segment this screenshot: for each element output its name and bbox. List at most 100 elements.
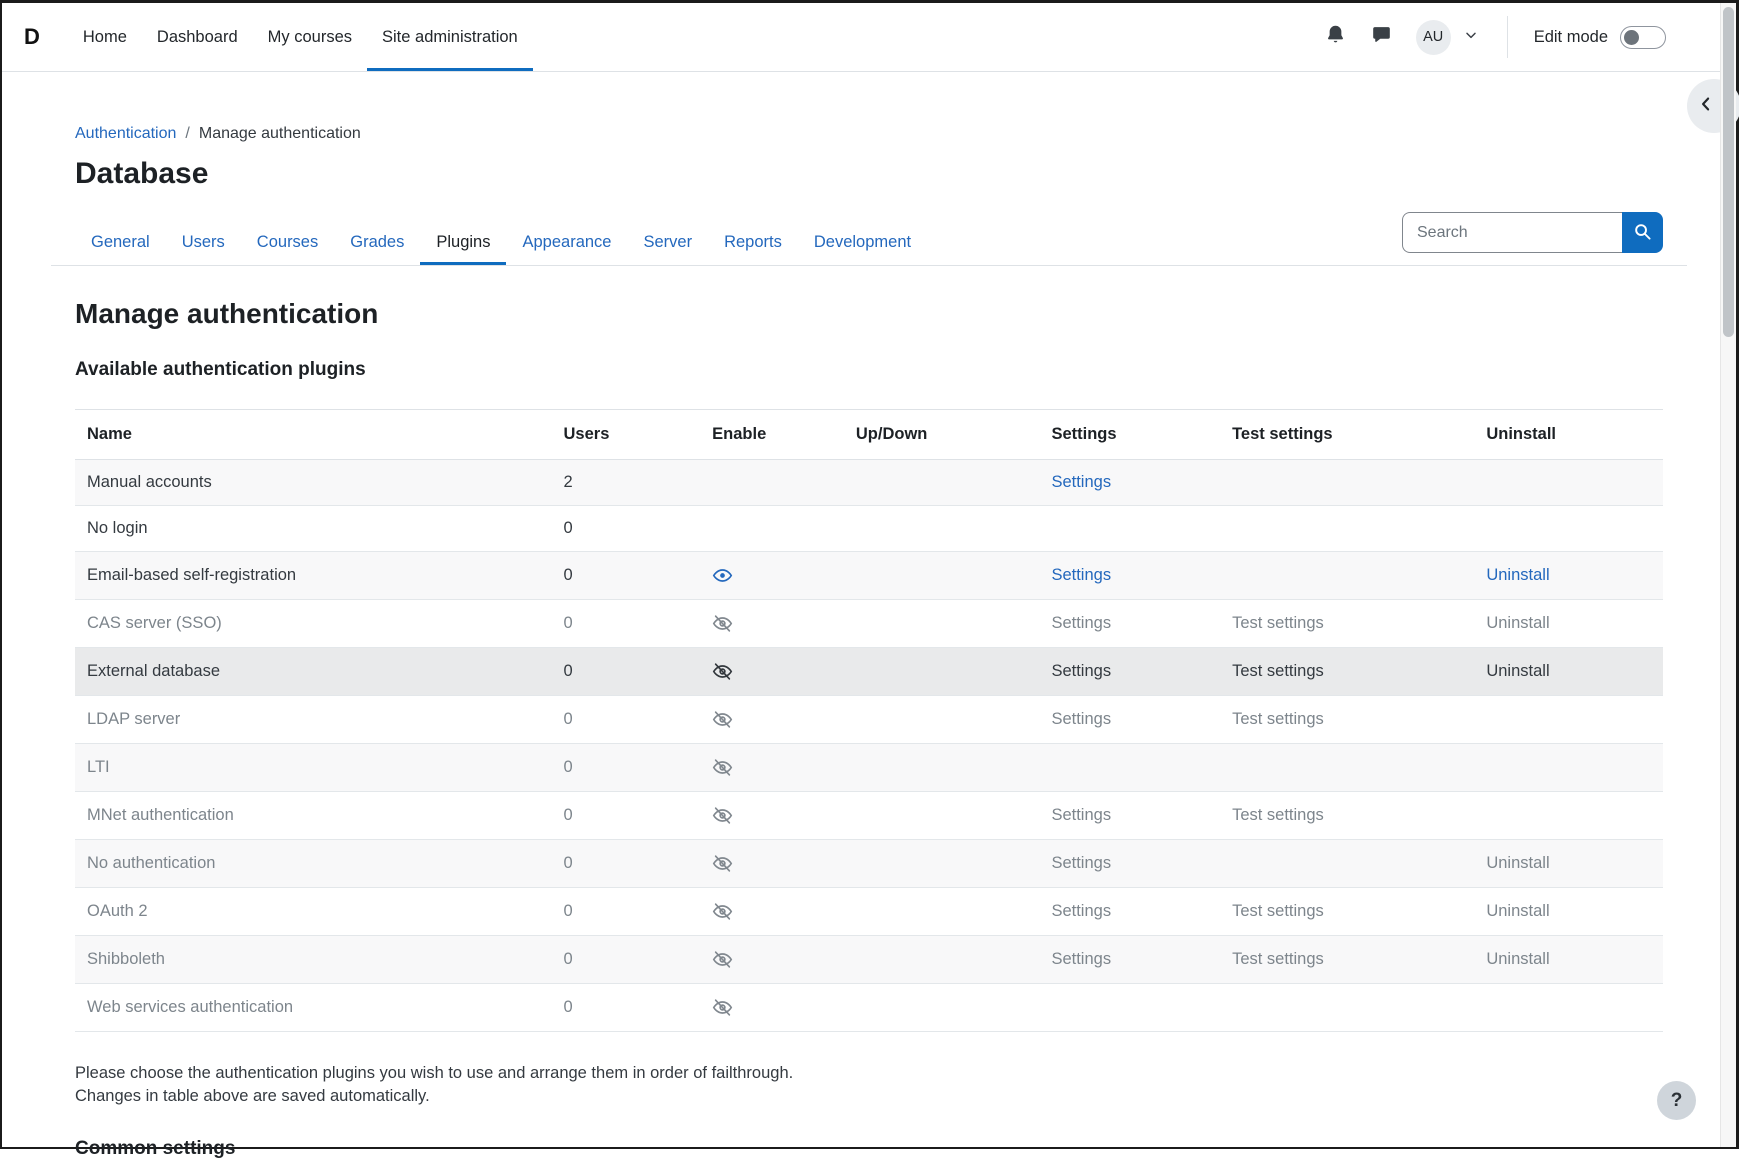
uninstall-cell	[1474, 506, 1663, 552]
nav-item-home[interactable]: Home	[68, 3, 142, 71]
uninstall-link[interactable]: Uninstall	[1486, 614, 1549, 632]
users-count: 2	[552, 460, 701, 506]
eye-slash-icon[interactable]	[712, 853, 733, 874]
updown-cell	[844, 506, 1040, 552]
plugin-name: Manual accounts	[75, 460, 552, 506]
settings-link[interactable]: Settings	[1051, 662, 1111, 680]
tab-appearance[interactable]: Appearance	[506, 221, 627, 265]
nav-item-dashboard[interactable]: Dashboard	[142, 3, 253, 71]
column-header-test-settings: Test settings	[1220, 410, 1474, 460]
tab-plugins[interactable]: Plugins	[420, 221, 506, 265]
settings-cell	[1039, 506, 1220, 552]
tab-grades[interactable]: Grades	[334, 221, 420, 265]
tab-development[interactable]: Development	[798, 221, 927, 265]
breadcrumb-link-authentication[interactable]: Authentication	[75, 125, 176, 143]
eye-slash-icon[interactable]	[712, 613, 733, 634]
help-button[interactable]: ?	[1657, 1081, 1696, 1120]
nav-item-my-courses[interactable]: My courses	[253, 3, 367, 71]
messages-button[interactable]	[1364, 19, 1400, 55]
uninstall-link[interactable]: Uninstall	[1486, 854, 1549, 872]
plugin-name: OAuth 2	[75, 888, 552, 936]
users-count: 0	[552, 888, 701, 936]
uninstall-link[interactable]: Uninstall	[1486, 950, 1549, 968]
settings-cell: Settings	[1039, 460, 1220, 506]
eye-slash-icon[interactable]	[712, 661, 733, 682]
nav-item-site-administration[interactable]: Site administration	[367, 3, 533, 71]
table-row: External database0SettingsTest settingsU…	[75, 648, 1663, 696]
chevron-down-icon	[1463, 27, 1479, 48]
scrollbar-thumb[interactable]	[1723, 7, 1734, 337]
settings-link[interactable]: Settings	[1051, 473, 1111, 491]
test-settings-cell: Test settings	[1220, 888, 1474, 936]
search-button[interactable]	[1622, 212, 1663, 253]
updown-cell	[844, 648, 1040, 696]
uninstall-link[interactable]: Uninstall	[1486, 662, 1549, 680]
notifications-button[interactable]	[1318, 19, 1354, 55]
footnote-line-1: Please choose the authentication plugins…	[75, 1064, 793, 1082]
settings-link[interactable]: Settings	[1051, 710, 1111, 728]
settings-cell	[1039, 984, 1220, 1032]
test-settings-cell: Test settings	[1220, 648, 1474, 696]
eye-slash-icon[interactable]	[712, 709, 733, 730]
table-body: Manual accounts2SettingsNo login0Email-b…	[75, 460, 1663, 1032]
plugin-name: No authentication	[75, 840, 552, 888]
settings-cell	[1039, 744, 1220, 792]
uninstall-link[interactable]: Uninstall	[1486, 902, 1549, 920]
settings-link[interactable]: Settings	[1051, 950, 1111, 968]
enable-cell	[700, 506, 844, 552]
settings-cell: Settings	[1039, 648, 1220, 696]
test-settings-link[interactable]: Test settings	[1232, 662, 1324, 680]
tab-courses[interactable]: Courses	[241, 221, 334, 265]
settings-link[interactable]: Settings	[1051, 806, 1111, 824]
eye-icon[interactable]	[712, 565, 733, 586]
tab-users[interactable]: Users	[166, 221, 241, 265]
uninstall-cell: Uninstall	[1474, 936, 1663, 984]
navbar-right: AU Edit mode	[1318, 3, 1718, 71]
settings-link[interactable]: Settings	[1051, 902, 1111, 920]
updown-cell	[844, 936, 1040, 984]
test-settings-cell	[1220, 984, 1474, 1032]
updown-cell	[844, 600, 1040, 648]
test-settings-cell	[1220, 552, 1474, 600]
bell-icon	[1325, 24, 1346, 50]
users-count: 0	[552, 506, 701, 552]
eye-slash-icon[interactable]	[712, 997, 733, 1018]
page-scrollbar[interactable]	[1720, 3, 1736, 1147]
user-menu-toggle[interactable]	[1463, 27, 1479, 48]
table-row: Email-based self-registration0SettingsUn…	[75, 552, 1663, 600]
tab-server[interactable]: Server	[627, 221, 708, 265]
edit-mode-toggle[interactable]	[1620, 26, 1666, 49]
navbar-divider	[1507, 16, 1508, 58]
search-input[interactable]	[1402, 212, 1622, 253]
edit-mode-control: Edit mode	[1534, 26, 1666, 49]
site-logo[interactable]: D	[24, 3, 40, 71]
settings-link[interactable]: Settings	[1051, 854, 1111, 872]
eye-slash-icon[interactable]	[712, 805, 733, 826]
test-settings-link[interactable]: Test settings	[1232, 710, 1324, 728]
test-settings-link[interactable]: Test settings	[1232, 902, 1324, 920]
test-settings-cell: Test settings	[1220, 792, 1474, 840]
tab-general[interactable]: General	[75, 221, 166, 265]
uninstall-cell: Uninstall	[1474, 888, 1663, 936]
test-settings-link[interactable]: Test settings	[1232, 806, 1324, 824]
tab-reports[interactable]: Reports	[708, 221, 798, 265]
breadcrumb: Authentication / Manage authentication	[75, 125, 1663, 143]
uninstall-cell	[1474, 984, 1663, 1032]
eye-slash-icon[interactable]	[712, 901, 733, 922]
column-header-users: Users	[552, 410, 701, 460]
user-avatar[interactable]: AU	[1416, 20, 1451, 55]
auth-plugins-table: NameUsersEnableUp/DownSettingsTest setti…	[75, 409, 1663, 1032]
test-settings-link[interactable]: Test settings	[1232, 950, 1324, 968]
uninstall-cell	[1474, 460, 1663, 506]
eye-slash-icon[interactable]	[712, 757, 733, 778]
users-count: 0	[552, 984, 701, 1032]
plugin-name: MNet authentication	[75, 792, 552, 840]
enable-cell	[700, 460, 844, 506]
enable-cell	[700, 984, 844, 1032]
settings-link[interactable]: Settings	[1051, 614, 1111, 632]
test-settings-link[interactable]: Test settings	[1232, 614, 1324, 632]
eye-slash-icon[interactable]	[712, 949, 733, 970]
settings-link[interactable]: Settings	[1051, 566, 1111, 584]
updown-cell	[844, 744, 1040, 792]
uninstall-link[interactable]: Uninstall	[1486, 566, 1549, 584]
